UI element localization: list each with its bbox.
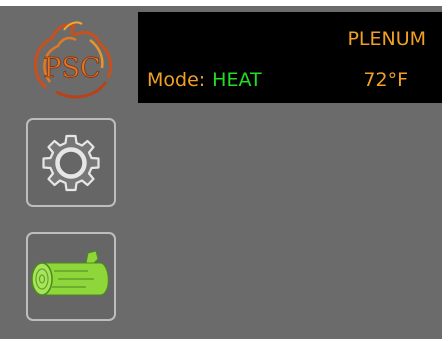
mode-display: Mode: HEAT — [147, 69, 262, 91]
mode-value: HEAT — [212, 69, 262, 91]
thermostat-screen: PSC Mode: HEAT PLENUM 72°F — [0, 6, 442, 339]
mode-label: Mode: — [147, 69, 206, 91]
gear-icon — [42, 134, 100, 191]
log-icon — [31, 249, 109, 296]
fuel-button[interactable] — [26, 232, 116, 321]
logo-text: PSC — [43, 53, 100, 84]
status-panel: Mode: HEAT PLENUM 72°F — [138, 12, 442, 103]
psc-logo-icon: PSC — [33, 21, 113, 99]
sensor-label: PLENUM — [347, 28, 426, 50]
settings-button[interactable] — [26, 118, 116, 207]
temperature-readout: 72°F — [363, 69, 408, 91]
psc-logo: PSC — [26, 18, 118, 102]
